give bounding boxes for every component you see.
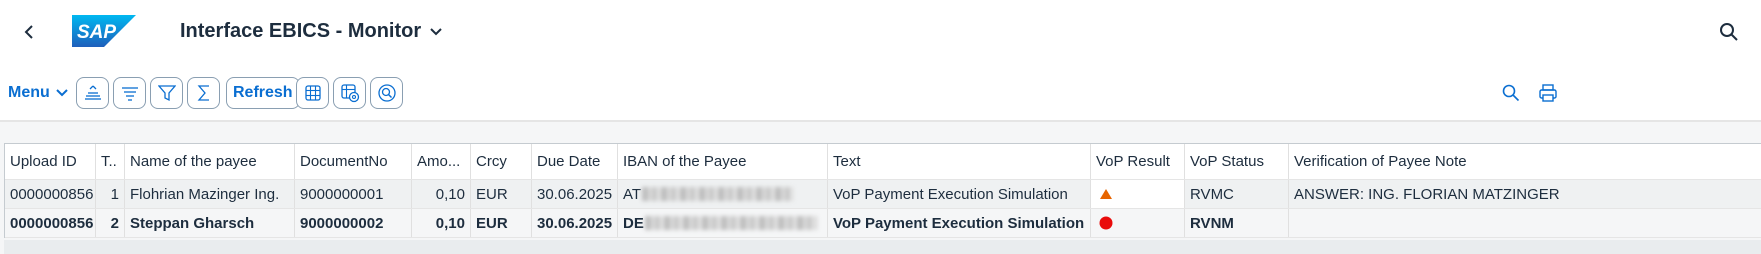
chevron-left-icon (24, 25, 33, 39)
printer-icon (1539, 84, 1557, 102)
sort-descending-button[interactable] (113, 77, 146, 109)
print-button[interactable] (1533, 78, 1563, 108)
cell-vop-status: RVNM (1185, 209, 1289, 237)
svg-text:SAP: SAP (77, 22, 116, 43)
cell-amount: 0,10 (412, 180, 471, 208)
cell-t: 1 (96, 180, 125, 208)
find-button[interactable] (370, 77, 403, 109)
cell-vop-note (1289, 209, 1761, 237)
refresh-label: Refresh (233, 84, 293, 101)
cell-payee: Flohrian Mazinger Ing. (125, 180, 295, 208)
cell-due-date: 30.06.2025 (532, 180, 618, 208)
column-header-vop-result[interactable]: VoP Result (1091, 144, 1185, 179)
iban-redacted (642, 187, 795, 201)
iban-prefix: AT (623, 185, 642, 203)
column-header-text[interactable]: Text (828, 144, 1091, 179)
shell-bar: SAP Interface EBICS - Monitor (0, 0, 1761, 64)
table-row[interactable]: 0000000856 1 Flohrian Mazinger Ing. 9000… (5, 180, 1761, 209)
cell-payee: Steppan Gharsch (125, 209, 295, 237)
back-button[interactable] (14, 16, 46, 48)
cell-iban: AT (618, 180, 828, 208)
table-row[interactable]: 0000000856 2 Steppan Gharsch 9000000002 … (5, 209, 1761, 238)
sort-ascending-button[interactable] (76, 77, 109, 109)
shell-search-button[interactable] (1713, 16, 1745, 48)
sort-descending-icon (121, 87, 138, 101)
refresh-button[interactable]: Refresh (226, 77, 300, 109)
iban-redacted (644, 216, 817, 230)
app-title: Interface EBICS - Monitor (180, 20, 422, 42)
column-header-t[interactable]: T.. (96, 144, 125, 179)
column-header-iban[interactable]: IBAN of the Payee (618, 144, 828, 179)
column-header-payee[interactable]: Name of the payee (125, 144, 295, 179)
cell-currency: EUR (471, 180, 532, 208)
chevron-down-icon (430, 27, 442, 35)
data-table: Upload ID T.. Name of the payee Document… (4, 143, 1761, 238)
cell-document-no: 9000000002 (295, 209, 412, 237)
iban-prefix: DE (623, 214, 644, 232)
cell-text: VoP Payment Execution Simulation (828, 180, 1091, 208)
cell-due-date: 30.06.2025 (532, 209, 618, 237)
cell-vop-result (1091, 180, 1185, 208)
sigma-icon (197, 85, 209, 101)
sort-icon (84, 85, 101, 100)
search-icon (1720, 23, 1738, 41)
cell-upload-id: 0000000856 (5, 209, 96, 237)
toolbar-search-button[interactable] (1496, 78, 1526, 108)
layout-settings-button[interactable] (333, 77, 366, 109)
cell-upload-id: 0000000856 (5, 180, 96, 208)
sap-logo[interactable]: SAP (72, 15, 146, 51)
table-grid-icon (304, 85, 321, 101)
cell-vop-result (1091, 209, 1185, 237)
column-header-document-no[interactable]: DocumentNo (295, 144, 412, 179)
warning-triangle-icon (1100, 189, 1112, 199)
table-empty-area (4, 240, 1761, 254)
column-header-amount[interactable]: Amo... (412, 144, 471, 179)
chevron-down-icon (56, 89, 68, 97)
table-toolbar: Menu Refresh (0, 64, 1761, 120)
cell-t: 2 (96, 209, 125, 237)
column-header-currency[interactable]: Crcy (471, 144, 532, 179)
cell-amount: 0,10 (412, 209, 471, 237)
menu-button[interactable]: Menu (8, 78, 68, 108)
cell-document-no: 9000000001 (295, 180, 412, 208)
table-header-row: Upload ID T.. Name of the payee Document… (5, 144, 1761, 180)
table-settings-button[interactable] (296, 77, 329, 109)
column-header-vop-note[interactable]: Verification of Payee Note (1289, 144, 1761, 179)
cell-vop-status: RVMC (1185, 180, 1289, 208)
filter-icon (157, 85, 176, 102)
cell-iban: DE (618, 209, 828, 237)
column-header-due-date[interactable]: Due Date (532, 144, 618, 179)
magnifier-icon (377, 84, 396, 102)
search-icon (1502, 84, 1520, 102)
filter-button[interactable] (150, 77, 183, 109)
cell-vop-note: ANSWER: ING. FLORIAN MATZINGER (1294, 185, 1560, 203)
menu-label: Menu (8, 84, 50, 101)
table-gear-icon (340, 84, 359, 103)
sum-button[interactable] (187, 77, 220, 109)
cell-currency: EUR (471, 209, 532, 237)
cell-text: VoP Payment Execution Simulation (828, 209, 1091, 237)
app-title-menu[interactable]: Interface EBICS - Monitor (180, 20, 443, 43)
column-header-upload-id[interactable]: Upload ID (5, 144, 96, 179)
error-circle-icon (1099, 216, 1113, 230)
section-divider (0, 120, 1761, 122)
column-header-vop-status[interactable]: VoP Status (1185, 144, 1289, 179)
